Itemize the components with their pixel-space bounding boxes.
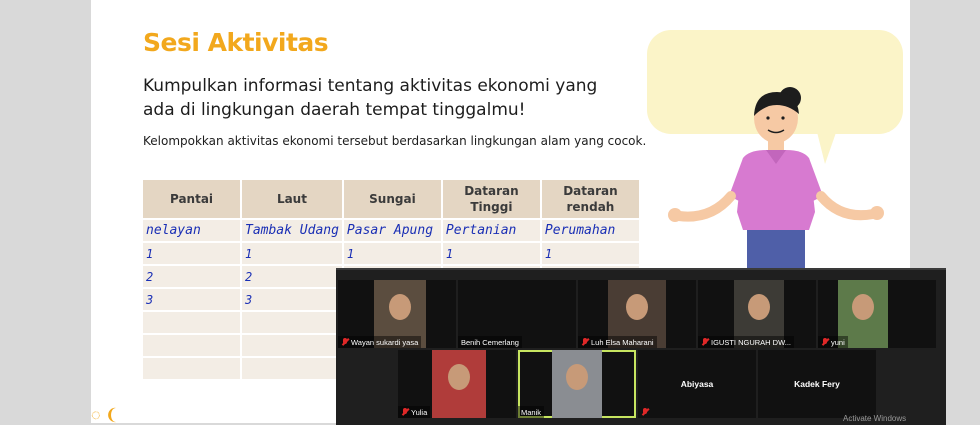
participant-tile[interactable]: Abiyasa bbox=[638, 350, 756, 418]
column-header: Dataran rendah bbox=[539, 178, 641, 220]
mic-muted-icon bbox=[581, 338, 589, 346]
table-cell: 3 bbox=[141, 287, 242, 312]
activity-instruction: Kelompokkan aktivitas ekonomi tersebut b… bbox=[143, 134, 647, 148]
column-header: Sungai bbox=[341, 178, 443, 220]
table-row: nelayan Tambak Udang Pasar Apung Pertanian P… bbox=[141, 218, 641, 243]
participant-name: Kadek Fery bbox=[794, 379, 840, 389]
participant-face bbox=[566, 364, 588, 390]
table-cell bbox=[141, 310, 242, 335]
mic-muted-icon bbox=[641, 408, 649, 416]
column-header: Laut bbox=[240, 178, 344, 220]
participant-name-strip bbox=[638, 406, 652, 418]
participant-tile[interactable]: yuni bbox=[818, 280, 936, 348]
participant-tile[interactable]: Kadek Fery bbox=[758, 350, 876, 418]
participant-tile[interactable]: Wayan sukardi yasa bbox=[338, 280, 456, 348]
table-cell: 1 bbox=[440, 241, 542, 266]
participant-tile[interactable]: Yulia bbox=[398, 350, 516, 418]
table-cell: nelayan bbox=[141, 218, 242, 243]
table-cell bbox=[240, 333, 344, 358]
participant-name: Wayan sukardi yasa bbox=[351, 337, 419, 347]
video-meeting-panel: Wayan sukardi yasa Benih Cemerlang Luh Els… bbox=[336, 268, 946, 425]
participant-name: Luh Elsa Maharani bbox=[591, 337, 654, 347]
activity-heading: Kumpulkan informasi tentang aktivitas ek… bbox=[143, 76, 598, 120]
participant-face bbox=[852, 294, 874, 320]
decoration-swirl: ◌ ❨ bbox=[91, 407, 119, 423]
participant-name-strip: Yulia bbox=[398, 406, 431, 418]
table-cell: 1 bbox=[341, 241, 443, 266]
participant-name: Yulia bbox=[411, 407, 428, 417]
mic-muted-icon bbox=[701, 338, 709, 346]
table-cell: 1 bbox=[240, 241, 344, 266]
table-cell: 1 bbox=[539, 241, 641, 266]
table-cell bbox=[141, 356, 242, 381]
participant-name: IGUSTI NGURAH DW... bbox=[711, 337, 792, 347]
participant-name: yuni bbox=[831, 337, 845, 347]
participant-video bbox=[432, 350, 486, 418]
participant-tile[interactable]: Luh Elsa Maharani bbox=[578, 280, 696, 348]
column-header: Dataran Tinggi bbox=[440, 178, 542, 220]
table-header-row: Pantai Laut Sungai Dataran Tinggi Datara… bbox=[141, 178, 641, 220]
participant-video bbox=[552, 350, 602, 418]
participant-name-strip: Manik bbox=[518, 406, 545, 418]
slide-title: Sesi Aktivitas bbox=[143, 28, 329, 57]
participant-name-strip: Benih Cemerlang bbox=[458, 336, 522, 348]
participant-tile[interactable]: IGUSTI NGURAH DW... bbox=[698, 280, 816, 348]
participant-name-strip: yuni bbox=[818, 336, 848, 348]
table-cell bbox=[240, 310, 344, 335]
participant-name: Benih Cemerlang bbox=[461, 337, 519, 347]
mic-muted-icon bbox=[401, 408, 409, 416]
table-cell bbox=[141, 333, 242, 358]
table-cell: 3 bbox=[240, 287, 344, 312]
table-cell: Pertanian bbox=[440, 218, 542, 243]
table-cell: Tambak Udang bbox=[240, 218, 344, 243]
table-cell bbox=[240, 356, 344, 381]
participant-tile[interactable]: Benih Cemerlang bbox=[458, 280, 576, 348]
teacher-illustration bbox=[668, 87, 884, 270]
participant-name: Abiyasa bbox=[680, 379, 714, 389]
mic-muted-icon bbox=[341, 338, 349, 346]
participant-name-strip: Luh Elsa Maharani bbox=[578, 336, 657, 348]
mic-muted-icon bbox=[821, 338, 829, 346]
activate-windows-watermark: Activate Windows bbox=[843, 414, 907, 423]
participant-face bbox=[748, 294, 770, 320]
table-cell: 2 bbox=[240, 264, 344, 289]
participant-name: Manik bbox=[521, 407, 542, 417]
table-row: 11111 bbox=[141, 241, 641, 266]
participant-face bbox=[448, 364, 470, 390]
table-cell: Perumahan bbox=[539, 218, 641, 243]
table-cell: 2 bbox=[141, 264, 242, 289]
participant-face bbox=[389, 294, 411, 320]
participant-name-strip: Wayan sukardi yasa bbox=[338, 336, 422, 348]
participant-name-strip: IGUSTI NGURAH DW... bbox=[698, 336, 795, 348]
table-cell: Pasar Apung bbox=[341, 218, 443, 243]
participant-face bbox=[626, 294, 648, 320]
participant-tile[interactable]: Manik bbox=[518, 350, 636, 418]
table-cell: 1 bbox=[141, 241, 242, 266]
column-header: Pantai bbox=[141, 178, 242, 220]
